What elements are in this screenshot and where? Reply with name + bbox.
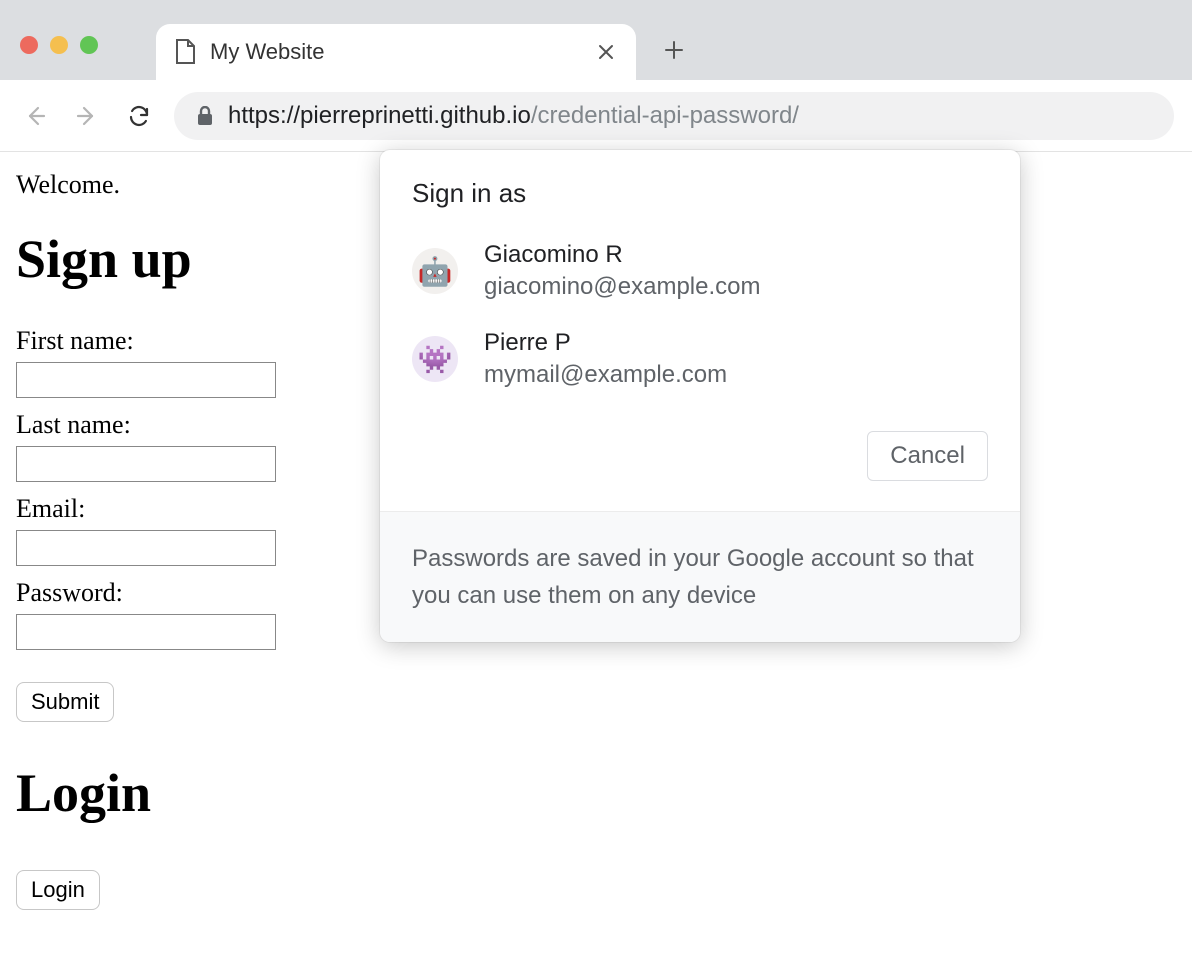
credential-account-name: Giacomino R	[484, 241, 760, 269]
submit-button[interactable]: Submit	[16, 682, 114, 722]
credential-account-option[interactable]: 👾 Pierre P mymail@example.com	[380, 315, 1020, 403]
nav-forward-button[interactable]	[70, 99, 104, 133]
window-close-button[interactable]	[20, 36, 38, 54]
avatar-icon: 👾	[412, 336, 458, 382]
address-bar[interactable]: https://pierreprinetti.github.io/credent…	[174, 92, 1174, 140]
credential-picker-popup: Sign in as 🤖 Giacomino R giacomino@examp…	[380, 150, 1020, 642]
credential-account-info: Pierre P mymail@example.com	[484, 329, 727, 389]
lock-icon	[196, 106, 214, 126]
reload-button[interactable]	[122, 99, 156, 133]
credential-account-info: Giacomino R giacomino@example.com	[484, 241, 760, 301]
password-input[interactable]	[16, 614, 276, 650]
url-path: /credential-api-password/	[531, 102, 799, 129]
credential-account-option[interactable]: 🤖 Giacomino R giacomino@example.com	[380, 227, 1020, 315]
url-text: https://pierreprinetti.github.io/credent…	[228, 102, 799, 130]
tab-title: My Website	[210, 39, 580, 65]
email-input[interactable]	[16, 530, 276, 566]
login-heading: Login	[16, 762, 1176, 824]
tab-strip: My Website	[0, 0, 1192, 80]
tab-close-button[interactable]	[594, 40, 618, 64]
firstname-input[interactable]	[16, 362, 276, 398]
browser-tab[interactable]: My Website	[156, 24, 636, 80]
credential-account-name: Pierre P	[484, 329, 727, 357]
page-icon	[174, 39, 196, 65]
credential-popup-footer: Passwords are saved in your Google accou…	[380, 511, 1020, 642]
browser-toolbar: https://pierreprinetti.github.io/credent…	[0, 80, 1192, 152]
lastname-input[interactable]	[16, 446, 276, 482]
new-tab-button[interactable]	[660, 36, 688, 64]
credential-popup-actions: Cancel	[380, 403, 1020, 511]
window-controls	[20, 36, 98, 54]
credential-popup-title: Sign in as	[380, 150, 1020, 227]
url-origin: https://pierreprinetti.github.io	[228, 102, 531, 129]
avatar-icon: 🤖	[412, 248, 458, 294]
credential-account-email: giacomino@example.com	[484, 273, 760, 301]
window-minimize-button[interactable]	[50, 36, 68, 54]
window-maximize-button[interactable]	[80, 36, 98, 54]
cancel-button[interactable]: Cancel	[867, 431, 988, 481]
login-button[interactable]: Login	[16, 870, 100, 910]
credential-account-email: mymail@example.com	[484, 361, 727, 389]
nav-back-button[interactable]	[18, 99, 52, 133]
